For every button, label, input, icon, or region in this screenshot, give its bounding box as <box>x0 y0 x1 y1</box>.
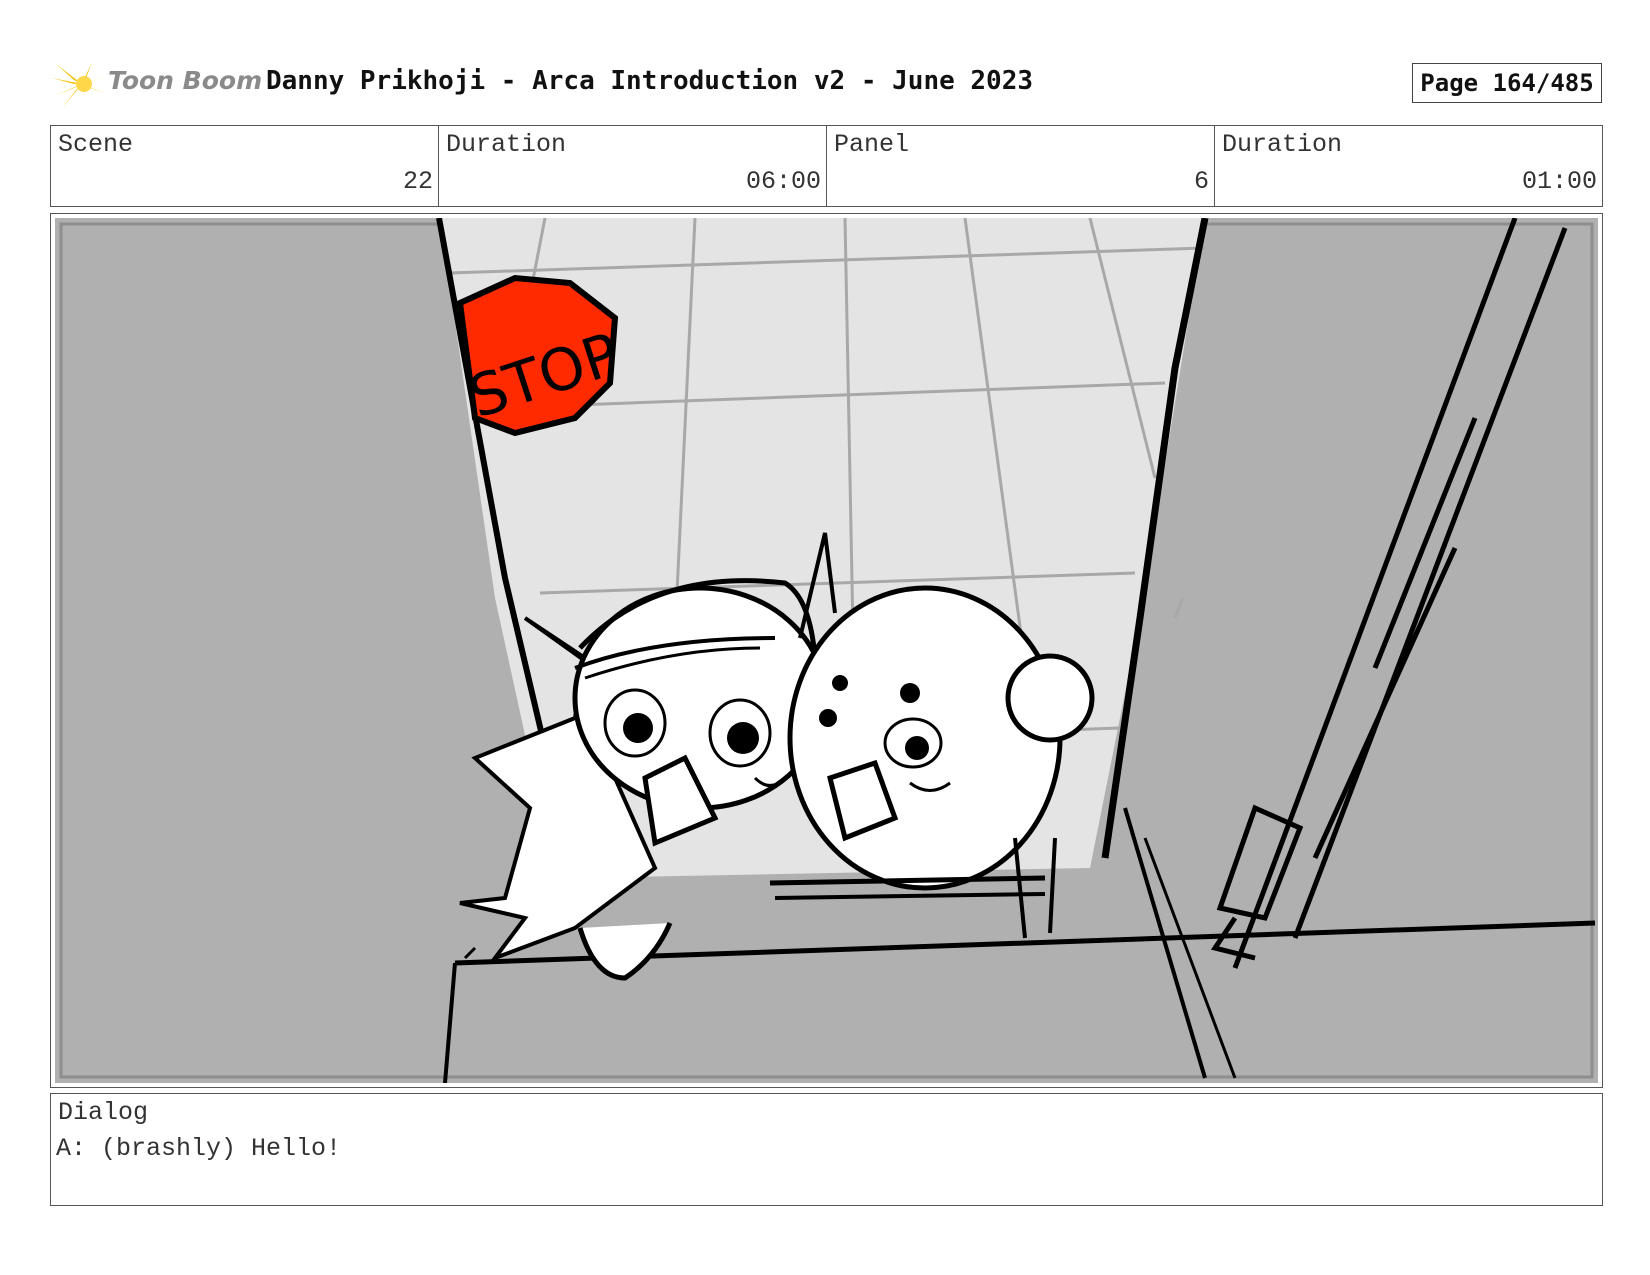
scene-info-row: Scene 22 Duration 06:00 Panel 6 Duration… <box>50 125 1603 207</box>
document-title: Danny Prikhoji - Arca Introduction v2 - … <box>266 66 1034 96</box>
scene-value: 22 <box>402 167 433 196</box>
panel-duration-value: 01:00 <box>1521 167 1597 196</box>
panel-duration-label: Duration <box>1222 130 1343 159</box>
panel-sketch: STOP <box>55 218 1598 1083</box>
scene-cell: Scene 22 <box>51 126 439 206</box>
logo-text: Toon Boom <box>108 66 263 95</box>
toon-boom-logo: Toon Boom <box>52 58 262 110</box>
dialog-label: Dialog <box>58 1098 149 1127</box>
scene-duration-value: 06:00 <box>745 167 821 196</box>
panel-label: Panel <box>834 130 910 159</box>
scene-label: Scene <box>58 130 134 159</box>
panel-duration-cell: Duration 01:00 <box>1215 126 1602 206</box>
storyboard-panel: STOP <box>50 213 1603 1088</box>
scene-duration-label: Duration <box>446 130 567 159</box>
dialog-text: A: (brashly) Hello! <box>56 1134 342 1163</box>
scene-duration-cell: Duration 06:00 <box>439 126 827 206</box>
page-header: Toon Boom Danny Prikhoji - Arca Introduc… <box>0 0 1650 120</box>
dialog-box: Dialog A: (brashly) Hello! <box>50 1093 1603 1206</box>
page-number: Page 164/485 <box>1412 63 1602 103</box>
panel-cell: Panel 6 <box>827 126 1215 206</box>
starburst-icon <box>52 60 108 108</box>
panel-value: 6 <box>1193 167 1209 196</box>
